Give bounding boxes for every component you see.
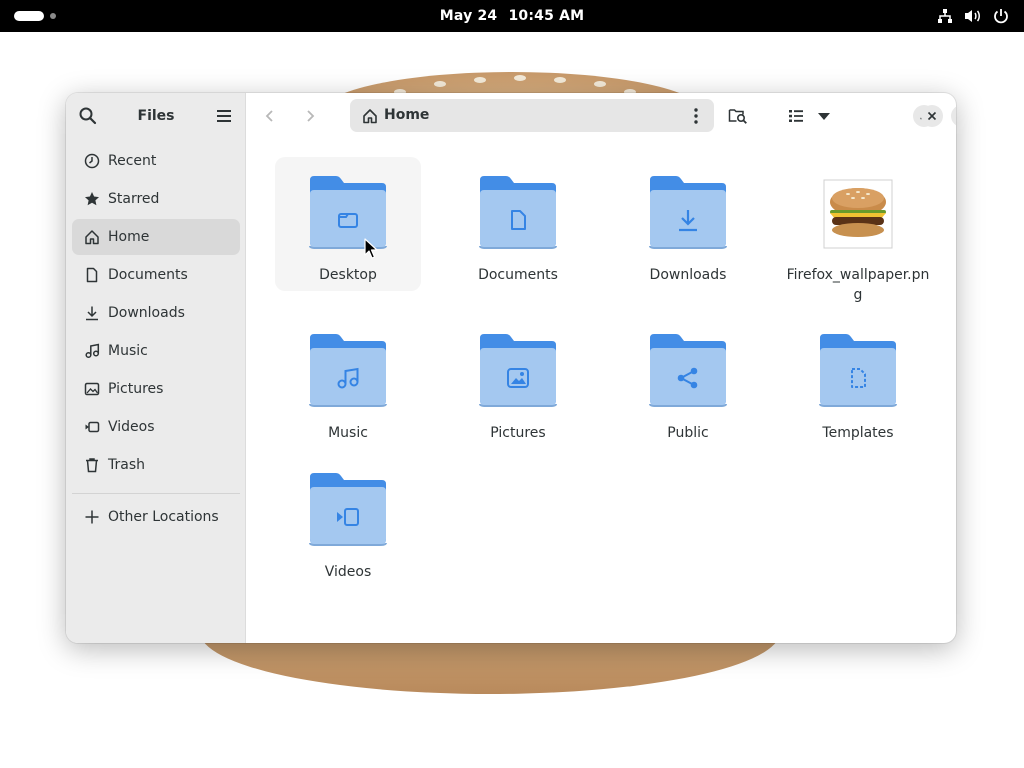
sidebar: Files Recent Starred Home Documents Down… [66,93,246,643]
plus-icon [84,509,100,525]
top-bar: May 24 10:45 AM [0,0,1024,32]
item-name: Videos [324,564,372,580]
path-bar[interactable]: Home [350,99,714,132]
video-icon [84,419,100,435]
chevron-right-icon [307,110,315,122]
sidebar-item-label: Music [108,343,148,359]
hamburger-menu-icon[interactable] [214,106,234,126]
sidebar-item-other-locations[interactable]: Other Locations [72,499,240,535]
close-button[interactable] [921,105,943,127]
clock[interactable]: May 24 10:45 AM [0,0,1024,32]
document-folder-icon [476,170,560,254]
current-location-label[interactable]: Home [384,99,429,132]
item-name: Pictures [490,425,546,441]
icon-view: Desktop Documents Downloads Firefox_wallpap… [246,139,956,643]
folder-search-icon [728,109,747,124]
location-menu-icon[interactable] [688,107,704,125]
sidebar-item-music[interactable]: Music [72,333,240,369]
sidebar-item-label: Documents [108,267,188,283]
folder-item[interactable]: Templates [785,315,931,449]
app-title: Files [137,108,175,124]
forward-button[interactable] [298,104,322,128]
sidebar-item-recent[interactable]: Recent [72,143,240,179]
item-name: Music [328,425,368,441]
sidebar-item-label: Downloads [108,305,185,321]
sidebar-item-label: Other Locations [108,509,219,525]
maximize-button[interactable] [951,105,956,127]
sidebar-item-label: Pictures [108,381,164,397]
sidebar-item-home[interactable]: Home [72,219,240,255]
network-icon[interactable] [936,7,954,25]
folder-item[interactable]: Videos [275,454,421,588]
sidebar-item-label: Home [108,229,150,245]
files-window: Files Recent Starred Home Documents Down… [66,93,956,643]
download-icon [84,305,100,321]
item-name: Documents [478,267,558,283]
clock-time: 10:45 AM [508,8,585,24]
folder-item[interactable]: Pictures [445,315,591,449]
item-name: Firefox_wallpaper.png [786,267,930,303]
clock-date: May 24 [439,8,498,24]
sidebar-item-starred[interactable]: Starred [72,181,240,217]
search-icon[interactable] [78,106,98,126]
file-item[interactable]: Firefox_wallpaper.png [785,157,931,303]
power-icon[interactable] [992,7,1010,25]
item-name: Templates [822,425,894,441]
home-icon [84,229,100,245]
sidebar-item-label: Trash [108,457,145,473]
other-locations-list: Other Locations [72,499,240,537]
trash-icon [84,457,100,473]
download-folder-icon [646,170,730,254]
video-folder-icon [306,467,390,551]
sidebar-item-trash[interactable]: Trash [72,447,240,483]
item-name: Desktop [319,267,377,283]
sidebar-item-pictures[interactable]: Pictures [72,371,240,407]
chevron-left-icon [265,110,273,122]
sidebar-divider [72,493,240,494]
template-folder-icon [816,328,900,412]
folder-item[interactable]: Downloads [615,157,761,291]
document-icon [84,267,100,283]
picture-folder-icon [476,328,560,412]
picture-icon [84,381,100,397]
volume-icon[interactable] [964,7,982,25]
main-pane: Home Desktop Documents Downloads Firefox_wa… [246,93,956,643]
list-view-icon [789,110,803,122]
folder-item[interactable]: Music [275,315,421,449]
star-icon [84,191,100,207]
folder-item[interactable]: Desktop [275,157,421,291]
sidebar-item-label: Videos [108,419,155,435]
back-button[interactable] [258,104,282,128]
search-location-button[interactable] [726,104,750,128]
sidebar-item-label: Recent [108,153,157,169]
system-tray[interactable] [936,7,1010,25]
music-folder-icon [306,328,390,412]
home-icon [362,108,378,124]
folder-item[interactable]: Documents [445,157,591,291]
sidebar-item-label: Starred [108,191,160,207]
sidebar-item-documents[interactable]: Documents [72,257,240,293]
view-options-button[interactable] [812,104,836,128]
music-icon [84,343,100,359]
mouse-cursor-icon [364,238,378,259]
share-folder-icon [646,328,730,412]
item-name: Downloads [649,267,727,283]
image-thumbnail [816,170,900,254]
places-list: Recent Starred Home Documents Downloads … [72,143,240,485]
clock-icon [84,153,100,169]
sidebar-item-downloads[interactable]: Downloads [72,295,240,331]
sidebar-header: Files [66,93,246,139]
sidebar-item-videos[interactable]: Videos [72,409,240,445]
chevron-down-icon [818,113,830,120]
item-name: Public [667,425,709,441]
folder-item[interactable]: Public [615,315,761,449]
header-bar: Home [246,93,956,139]
close-icon [927,111,937,121]
view-list-button[interactable] [784,104,808,128]
